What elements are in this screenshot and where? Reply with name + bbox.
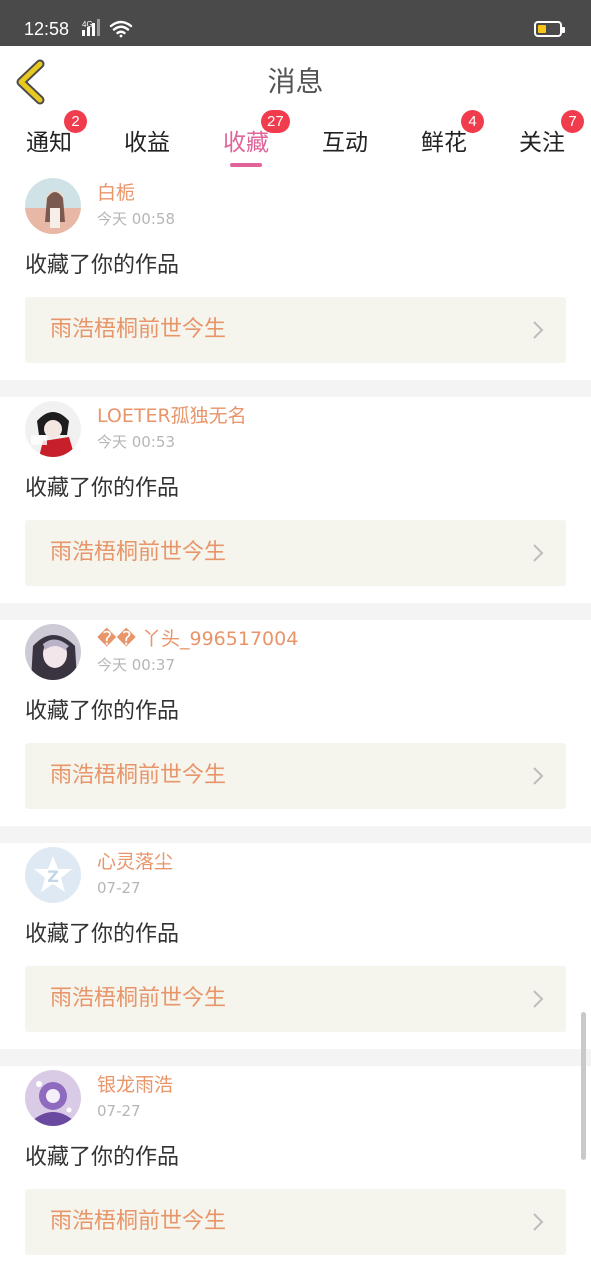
- chevron-right-icon: [533, 544, 544, 562]
- avatar[interactable]: [25, 178, 81, 234]
- wifi-icon: [109, 20, 133, 38]
- status-bar: 12:58 4G: [0, 0, 591, 46]
- username[interactable]: 心灵落尘: [97, 850, 173, 874]
- tab-badge: 7: [561, 110, 584, 133]
- list-item: 白栀 今天 00:58 收藏了你的作品 雨浩梧桐前世今生: [0, 174, 591, 380]
- avatar[interactable]: [25, 401, 81, 457]
- action-text: 收藏了你的作品: [25, 922, 180, 947]
- work-title: 雨浩梧桐前世今生: [50, 1209, 227, 1234]
- username[interactable]: 白栀: [97, 181, 135, 205]
- tab-favorites[interactable]: 收藏 27: [197, 110, 295, 174]
- username[interactable]: LOETER孤独无名: [97, 404, 247, 428]
- list-item: Z 心灵落尘 07-27 收藏了你的作品 雨浩梧桐前世今生: [0, 843, 591, 1049]
- svg-text:Z: Z: [47, 867, 59, 886]
- work-link[interactable]: 雨浩梧桐前世今生: [25, 520, 566, 586]
- username[interactable]: 银龙雨浩: [97, 1073, 173, 1097]
- avatar[interactable]: [25, 624, 81, 680]
- tab-label: 关注: [519, 130, 565, 156]
- chevron-right-icon: [533, 767, 544, 785]
- tab-earnings[interactable]: 收益: [98, 118, 196, 174]
- chevron-right-icon: [533, 990, 544, 1008]
- action-text: 收藏了你的作品: [25, 1145, 180, 1170]
- tab-label: 收益: [124, 130, 170, 156]
- timestamp: 07-27: [97, 879, 141, 897]
- page-title: 消息: [267, 65, 324, 98]
- avatar[interactable]: [25, 1070, 81, 1126]
- work-link[interactable]: 雨浩梧桐前世今生: [25, 1189, 566, 1255]
- tab-badge: 2: [64, 110, 87, 133]
- timestamp: 今天 00:58: [97, 210, 175, 228]
- tab-badge: 27: [261, 110, 290, 133]
- signal-wifi-icons: 4G: [82, 19, 133, 38]
- tab-bar: 通知 2 收益 收藏 27 互动 鲜花 4 关注 7: [0, 110, 591, 174]
- battery-icon: [534, 21, 565, 37]
- action-text: 收藏了你的作品: [25, 253, 180, 278]
- tab-interactions[interactable]: 互动: [296, 118, 394, 174]
- work-link[interactable]: 雨浩梧桐前世今生: [25, 297, 566, 363]
- tab-label: 通知: [26, 130, 72, 156]
- tab-label: 鲜花: [421, 130, 467, 156]
- work-title: 雨浩梧桐前世今生: [50, 986, 227, 1011]
- work-link[interactable]: 雨浩梧桐前世今生: [25, 966, 566, 1032]
- list-item: �� 丫头_996517004 今天 00:37 收藏了你的作品 雨浩梧桐前世今…: [0, 620, 591, 826]
- tab-label: 收藏: [223, 130, 269, 156]
- work-title: 雨浩梧桐前世今生: [50, 540, 227, 565]
- status-time: 12:58: [24, 19, 70, 39]
- tab-badge: 4: [461, 110, 484, 133]
- favorites-feed: 白栀 今天 00:58 收藏了你的作品 雨浩梧桐前世今生 LOETER孤独无名 …: [0, 174, 591, 1272]
- timestamp: 今天 00:37: [97, 656, 175, 674]
- username[interactable]: �� 丫头_996517004: [97, 627, 298, 651]
- divider: [0, 603, 591, 620]
- divider: [0, 380, 591, 397]
- tab-label: 互动: [322, 130, 368, 156]
- chevron-right-icon: [533, 1213, 544, 1231]
- list-item: LOETER孤独无名 今天 00:53 收藏了你的作品 雨浩梧桐前世今生: [0, 397, 591, 603]
- header: 消息: [0, 46, 591, 119]
- timestamp: 07-27: [97, 1102, 141, 1120]
- action-text: 收藏了你的作品: [25, 699, 180, 724]
- list-item: 银龙雨浩 07-27 收藏了你的作品 雨浩梧桐前世今生: [0, 1066, 591, 1272]
- divider: [0, 826, 591, 843]
- work-title: 雨浩梧桐前世今生: [50, 317, 227, 342]
- divider: [0, 1049, 591, 1066]
- work-link[interactable]: 雨浩梧桐前世今生: [25, 743, 566, 809]
- tab-following[interactable]: 关注 7: [493, 110, 591, 174]
- avatar[interactable]: Z: [25, 847, 81, 903]
- work-title: 雨浩梧桐前世今生: [50, 763, 227, 788]
- action-text: 收藏了你的作品: [25, 476, 180, 501]
- scrollbar[interactable]: [581, 1012, 586, 1160]
- tab-notifications[interactable]: 通知 2: [0, 110, 98, 174]
- timestamp: 今天 00:53: [97, 433, 175, 451]
- active-tab-indicator: [230, 163, 262, 167]
- tab-flowers[interactable]: 鲜花 4: [395, 110, 493, 174]
- chevron-right-icon: [533, 321, 544, 339]
